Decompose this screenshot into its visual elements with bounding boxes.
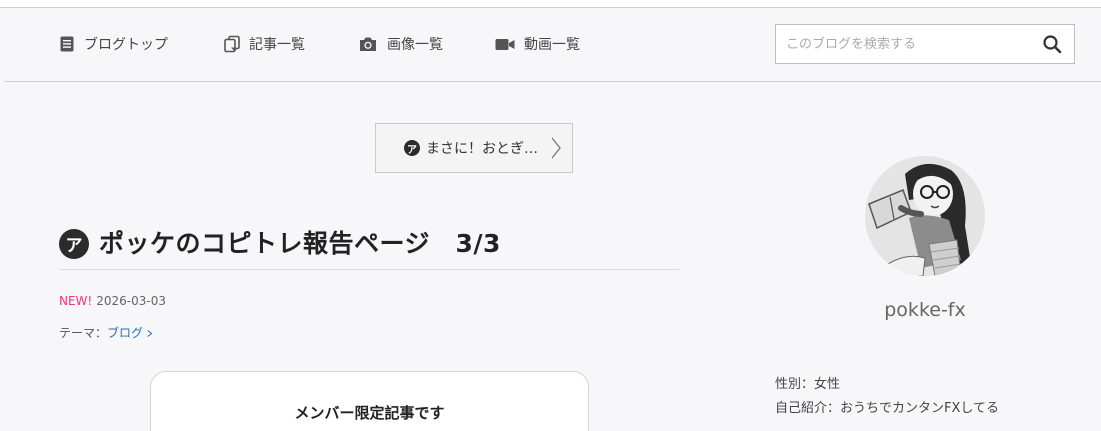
member-only-notice: メンバー限定記事です	[294, 404, 445, 422]
profile-gender: 性別：女性	[775, 377, 841, 392]
nav-blog-top[interactable]: ブログトップ	[58, 32, 168, 56]
nav-article-list-label: 記事一覧	[249, 37, 305, 53]
member-only-box: メンバー限定記事です	[150, 371, 589, 431]
post-date: 2026-03-03	[96, 294, 166, 308]
top-strip	[0, 0, 1101, 8]
prev-article-button[interactable]: ア まさに！おとぎ…	[375, 123, 573, 173]
nav-image-list-label: 画像一覧	[387, 37, 443, 53]
nav-video-list[interactable]: 動画一覧	[494, 32, 580, 56]
nav-video-list-label: 動画一覧	[524, 37, 580, 53]
camera-icon	[360, 37, 376, 51]
video-icon	[495, 39, 515, 50]
nav-image-list[interactable]: 画像一覧	[357, 32, 443, 56]
avatar[interactable]	[865, 156, 985, 276]
chevron-right-icon	[551, 137, 561, 159]
post-title: ポッケのコピトレ報告ページ 3/3	[99, 228, 501, 258]
blog-search-input[interactable]	[786, 25, 1036, 63]
theme-link[interactable]: ブログ	[107, 326, 143, 340]
main-content: ア まさに！おとぎ… ア ポッケのコピトレ報告ページ 3/3 NEW! 2026-…	[4, 82, 1101, 431]
theme-prefix: テーマ：	[59, 326, 108, 340]
blog-nav-bar: ブログトップ 記事一覧 画像一覧 動画一覧	[4, 9, 1101, 82]
prev-article-label: まさに！おとぎ…	[426, 141, 538, 157]
profile-intro: 自己紹介：おうちでカンタンFXしてる	[775, 401, 999, 416]
post-date-row: NEW! 2026-03-03	[59, 294, 166, 308]
ameba-badge-icon: ア	[59, 228, 89, 259]
nav-blog-top-label: ブログトップ	[84, 37, 168, 53]
new-badge: NEW!	[59, 294, 93, 308]
post-title-row: ア ポッケのコピトレ報告ページ 3/3	[59, 214, 679, 270]
nav-article-list[interactable]: 記事一覧	[223, 32, 305, 56]
chevron-right-icon	[147, 330, 153, 337]
blog-top-icon	[60, 36, 74, 52]
profile-username[interactable]: pokke-fx	[825, 299, 1025, 321]
article-list-icon	[224, 35, 240, 53]
search-icon[interactable]	[1042, 34, 1062, 54]
blog-search-box	[775, 24, 1075, 64]
ameba-badge-icon: ア	[404, 140, 420, 156]
post-theme-row: テーマ：ブログ	[59, 324, 153, 341]
avatar-illustration	[865, 156, 985, 276]
